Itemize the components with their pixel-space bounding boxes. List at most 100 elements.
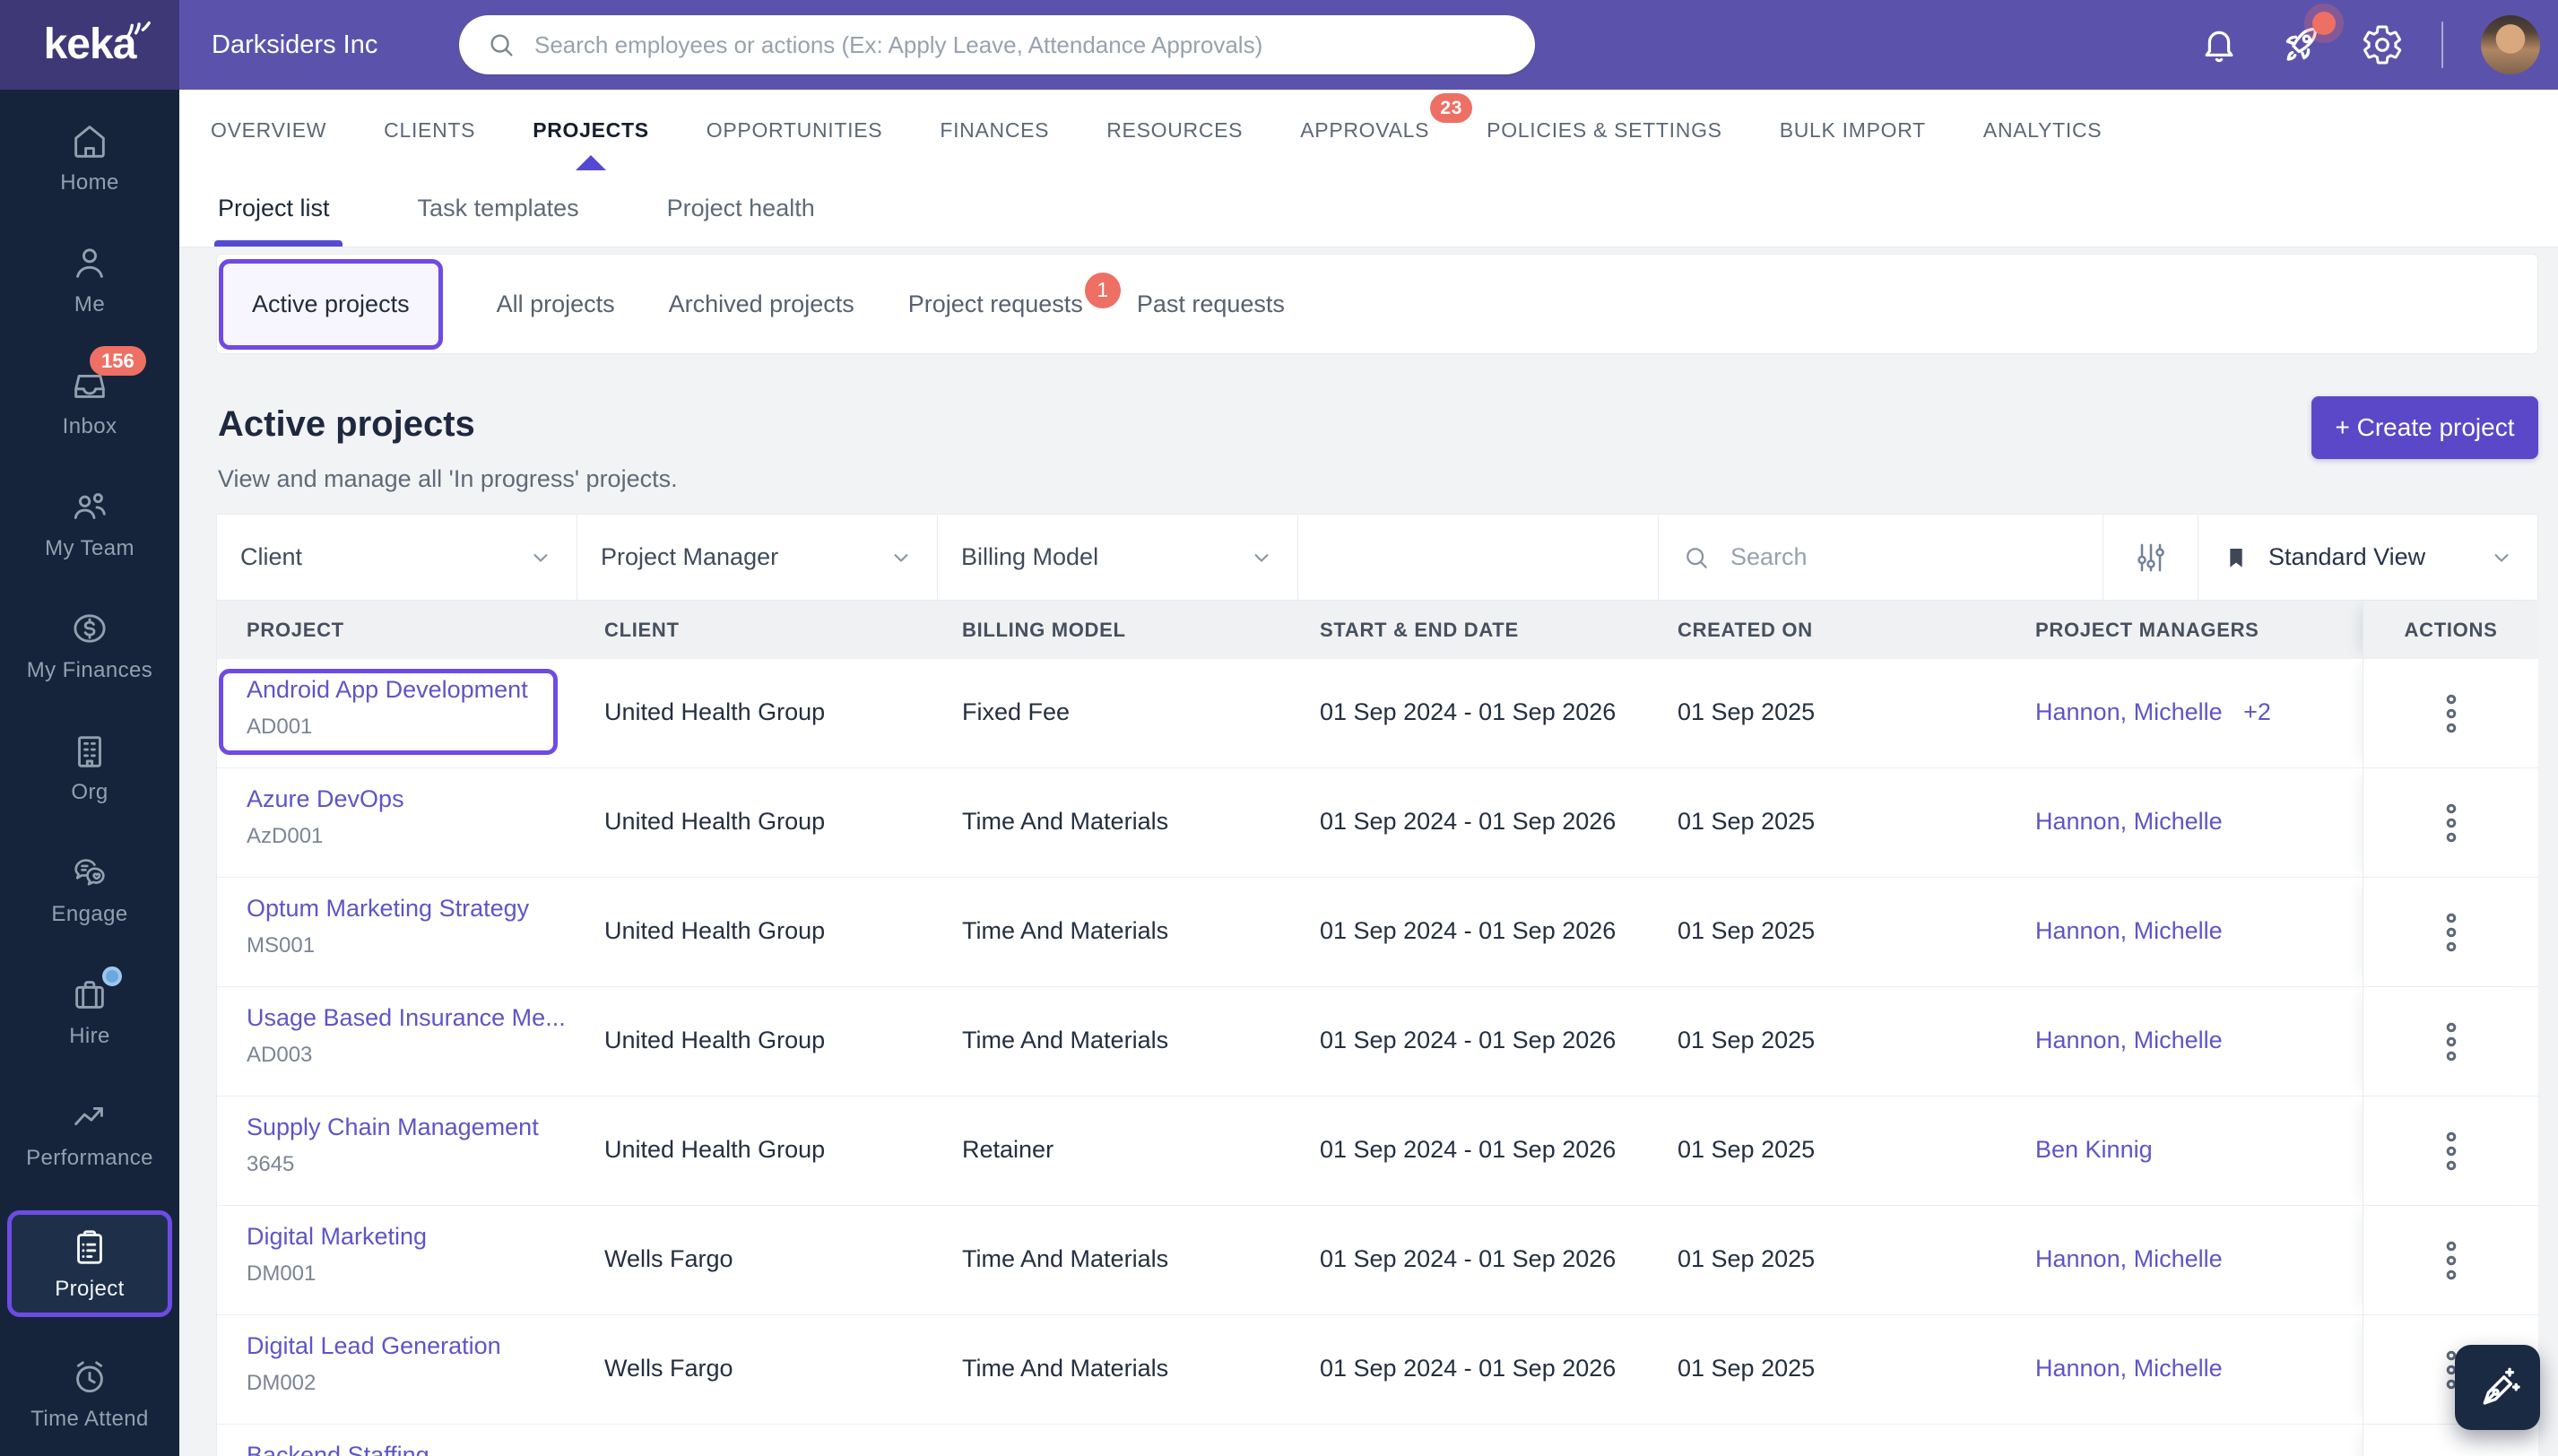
- nav-tab[interactable]: OVERVIEW: [211, 90, 326, 170]
- sidebar-item[interactable]: Me: [7, 235, 172, 325]
- view-selector-dropdown[interactable]: Standard View: [2198, 515, 2537, 600]
- nav-tab[interactable]: FINANCES: [940, 90, 1049, 170]
- project-manager-link[interactable]: Ben Kinnig: [2035, 1136, 2153, 1163]
- company-name: Darksiders Inc: [212, 30, 378, 59]
- sidebar-item[interactable]: Home: [7, 113, 172, 203]
- project-code: AzD001: [247, 824, 324, 848]
- filter-tab-label: Past requests: [1136, 290, 1285, 317]
- kebab-menu-icon: [2446, 803, 2456, 842]
- project-link[interactable]: Optum Marketing Strategy: [247, 895, 529, 923]
- user-icon: [69, 242, 110, 283]
- sidebar-item[interactable]: My Finances: [7, 601, 172, 690]
- nav-tab[interactable]: OPPORTUNITIES: [707, 90, 883, 170]
- column-settings-button[interactable]: [2103, 515, 2198, 600]
- row-actions-button[interactable]: [2437, 904, 2466, 961]
- nav-tab[interactable]: PROJECTS: [533, 90, 649, 170]
- sidebar-item[interactable]: Org: [7, 723, 172, 812]
- sidebar-item[interactable]: My Team: [7, 479, 172, 568]
- header-icons: [2198, 0, 2540, 90]
- kebab-menu-icon: [2446, 913, 2456, 951]
- nav-tab[interactable]: BULK IMPORT: [1780, 90, 1926, 170]
- created-on-cell: 01 Sep 2025: [1678, 917, 1816, 944]
- project-link[interactable]: Azure DevOps: [247, 785, 404, 813]
- project-code: 3645: [247, 1152, 295, 1176]
- client-cell: United Health Group: [604, 808, 826, 835]
- billing-model-filter-dropdown[interactable]: Billing Model: [938, 515, 1298, 600]
- client-filter-dropdown[interactable]: Client: [217, 515, 577, 600]
- row-actions-button[interactable]: [2437, 1451, 2466, 1456]
- table-search-input[interactable]: [1729, 542, 2037, 572]
- table-row: Backend Staffing UCl Time And Materials …: [217, 1425, 2538, 1456]
- keka-logo[interactable]: keka: [0, 0, 179, 90]
- project-manager-link[interactable]: Hannon, Michelle: [2035, 1027, 2223, 1053]
- filter-tab-label: Active projects: [252, 290, 410, 317]
- settings-gear-icon[interactable]: [2361, 23, 2404, 66]
- start-end-date-cell: 01 Sep 2024 - 01 Sep 2026: [1320, 808, 1617, 835]
- nav-tab-label: POLICIES & SETTINGS: [1487, 117, 1722, 142]
- project-link[interactable]: Backend Staffing: [247, 1442, 429, 1456]
- table-search[interactable]: [1659, 515, 2103, 600]
- billing-model-cell: Retainer: [962, 1136, 1054, 1163]
- nav-tab[interactable]: POLICIES & SETTINGS: [1487, 90, 1722, 170]
- row-actions-button[interactable]: [2437, 1122, 2466, 1180]
- sidebar-item[interactable]: Performance: [7, 1088, 172, 1178]
- project-manager-link[interactable]: Hannon, Michelle: [2035, 808, 2223, 835]
- sub-tab[interactable]: Project list: [214, 170, 343, 247]
- filter-tab[interactable]: Project requests 1: [908, 272, 1121, 318]
- project-code: AD001: [247, 715, 313, 739]
- row-actions-button[interactable]: [2437, 1013, 2466, 1070]
- sidebar-item[interactable]: Engage: [7, 845, 172, 934]
- row-actions-button[interactable]: [2437, 794, 2466, 852]
- project-manager-link[interactable]: Hannon, Michelle: [2035, 1355, 2223, 1382]
- nav-tab[interactable]: ANALYTICS: [1983, 90, 2102, 170]
- filter-tab[interactable]: All projects: [497, 290, 615, 318]
- sidebar-item-label: Performance: [26, 1146, 153, 1170]
- actions-cell: [2363, 1206, 2538, 1314]
- whats-new-rocket-icon[interactable]: [2278, 12, 2336, 67]
- filter-tab[interactable]: Archived projects: [669, 290, 854, 318]
- table-row: Digital Lead Generation DM002 Wells Farg…: [217, 1315, 2538, 1425]
- nav-tab[interactable]: APPROVALS 23: [1300, 90, 1473, 170]
- project-manager-filter-dropdown[interactable]: Project Manager: [577, 515, 938, 600]
- kebab-menu-icon: [2446, 1131, 2456, 1170]
- project-link[interactable]: Digital Lead Generation: [247, 1332, 501, 1360]
- project-manager-link[interactable]: Hannon, Michelle: [2035, 917, 2223, 944]
- filter-tab-label: All projects: [496, 290, 615, 317]
- project-link[interactable]: Android App Development: [247, 676, 528, 704]
- project-cell: Digital Lead Generation DM002: [247, 1332, 501, 1396]
- row-actions-button[interactable]: [2437, 1232, 2466, 1289]
- table-row: Digital Marketing DM001 Wells Fargo Time…: [217, 1206, 2538, 1315]
- sub-tab[interactable]: Task templates: [418, 170, 579, 247]
- project-code: DM002: [247, 1371, 316, 1395]
- row-actions-button[interactable]: [2437, 685, 2466, 742]
- filter-tab[interactable]: Active projects: [219, 258, 443, 350]
- sidebar-item[interactable]: Project: [7, 1210, 172, 1317]
- sidebar-item[interactable]: Time Attend: [7, 1349, 172, 1439]
- project-link[interactable]: Usage Based Insurance Me...: [247, 1004, 566, 1032]
- nav-tab[interactable]: RESOURCES: [1106, 90, 1243, 170]
- nav-tab-label: RESOURCES: [1106, 117, 1244, 142]
- nav-tab-badge: 23: [1430, 93, 1473, 124]
- project-link[interactable]: Supply Chain Management: [247, 1114, 539, 1141]
- create-project-button[interactable]: + Create project: [2311, 396, 2538, 459]
- project-cell: Optum Marketing Strategy MS001: [247, 895, 529, 958]
- project-cell: Backend Staffing: [247, 1442, 429, 1456]
- sidebar-item[interactable]: Inbox 156: [7, 346, 172, 446]
- notifications-bell-icon[interactable]: [2198, 23, 2241, 66]
- user-avatar[interactable]: [2481, 15, 2540, 74]
- global-search-input[interactable]: [533, 30, 1524, 60]
- global-search[interactable]: [459, 15, 1535, 74]
- billing-model-filter-label: Billing Model: [961, 543, 1099, 570]
- project-manager-link[interactable]: Hannon, Michelle: [2035, 1245, 2223, 1272]
- nav-tab[interactable]: CLIENTS: [384, 90, 475, 170]
- project-manager-link[interactable]: Hannon, Michelle: [2035, 698, 2223, 725]
- ai-assistant-button[interactable]: [2455, 1345, 2540, 1430]
- more-managers-link[interactable]: +2: [2243, 698, 2271, 725]
- filter-tab[interactable]: Past requests: [1137, 290, 1285, 318]
- project-link[interactable]: Digital Marketing: [247, 1223, 427, 1251]
- start-end-date-cell: 01 Sep 2024 - 01 Sep 2026: [1320, 1136, 1617, 1163]
- sidebar-item[interactable]: Hire: [7, 966, 172, 1056]
- sub-tab[interactable]: Project health: [667, 170, 815, 247]
- start-end-date-cell: 01 Sep 2024 - 01 Sep 2026: [1320, 917, 1617, 944]
- project-cell: Digital Marketing DM001: [247, 1223, 427, 1287]
